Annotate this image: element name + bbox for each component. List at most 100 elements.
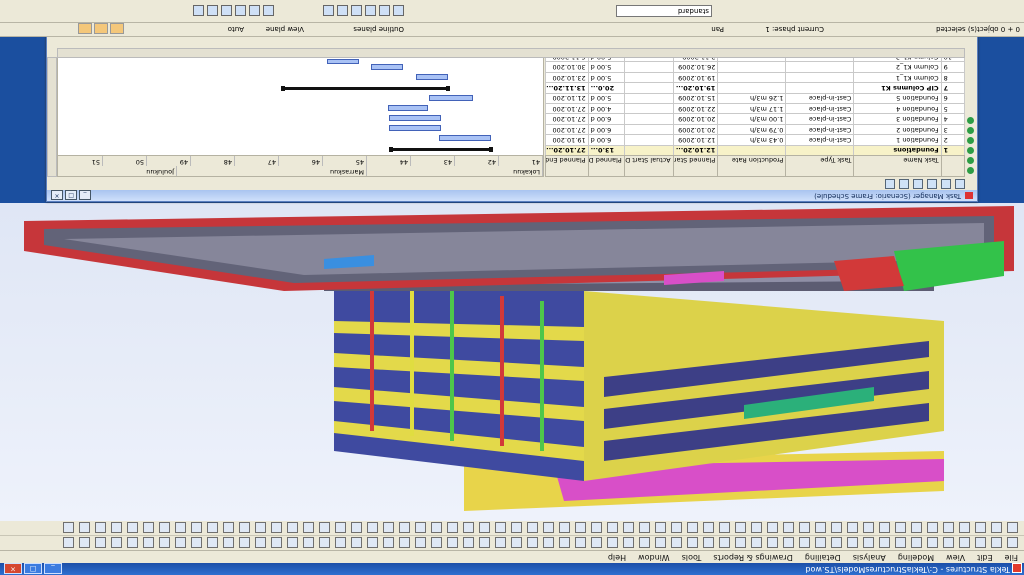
toolbar-icon[interactable] <box>687 522 698 533</box>
tw-minimize-button[interactable]: _ <box>79 190 91 200</box>
rate-cell[interactable]: 1.26 m3/h <box>717 93 786 104</box>
col-header-planned-end[interactable]: Planned End Date <box>545 155 589 177</box>
menu-view[interactable]: View <box>940 551 971 563</box>
toolbar-icon[interactable] <box>393 5 404 16</box>
start-cell[interactable]: 20.10.2009 <box>673 124 718 135</box>
actual-cell[interactable] <box>624 61 674 73</box>
toolbar-icon[interactable] <box>831 537 842 548</box>
task-type-cell[interactable]: Cast-in-place <box>785 113 854 125</box>
toolbar-icon[interactable] <box>431 522 442 533</box>
toolbar-icon[interactable] <box>847 522 858 533</box>
task-type-cell[interactable]: Cast-in-place <box>785 93 854 104</box>
toolbar-icon[interactable] <box>655 537 666 548</box>
side-tool-icon[interactable] <box>967 127 974 134</box>
rate-cell[interactable] <box>717 61 786 73</box>
table-row[interactable]: 2 Foundation 1 Cast-in-place 0.43 m3/h 1… <box>545 134 965 146</box>
duration-cell[interactable]: 6.00 d <box>588 124 625 135</box>
end-cell[interactable]: 19.10.200 <box>545 134 589 146</box>
toolbar-icon[interactable] <box>559 537 570 548</box>
grid-view-icon[interactable] <box>955 179 965 189</box>
outline-planes[interactable]: Outline planes <box>353 22 404 36</box>
rate-cell[interactable]: 1.00 m3/h <box>717 113 786 125</box>
col-header-actual-start[interactable]: Actual Start Date <box>624 155 674 177</box>
toolbar-icon[interactable] <box>337 5 348 16</box>
toolbar-icon[interactable] <box>703 522 714 533</box>
toolbar-icon[interactable] <box>159 537 170 548</box>
toolbar-icon[interactable] <box>127 522 138 533</box>
menu-edit[interactable]: Edit <box>971 551 999 563</box>
actual-cell[interactable] <box>624 103 674 114</box>
toolbar-icon[interactable] <box>975 522 986 533</box>
col-header-duration[interactable]: Planned Duration <box>588 155 625 177</box>
side-tool-icon[interactable] <box>967 137 974 144</box>
toolbar-icon[interactable] <box>719 537 730 548</box>
toolbar-icon[interactable] <box>623 537 634 548</box>
toolbar-icon[interactable] <box>95 522 106 533</box>
toolbar-icon[interactable] <box>815 522 826 533</box>
toolbar-icon[interactable] <box>703 537 714 548</box>
toolbar-icon[interactable] <box>687 537 698 548</box>
start-cell[interactable]: 20.10.2009 <box>673 113 718 125</box>
toolbar-icon[interactable] <box>607 537 618 548</box>
end-cell[interactable]: 13.11.20... <box>545 82 589 94</box>
toolbar-icon[interactable] <box>559 522 570 533</box>
menu-file[interactable]: File <box>999 551 1024 563</box>
toolbar-icon[interactable] <box>911 522 922 533</box>
toolbar-icon[interactable] <box>783 522 794 533</box>
toolbar-icon[interactable] <box>255 522 266 533</box>
table-row[interactable]: 7 CIP Columns K1 19.10.20... 20.0... 13.… <box>545 82 965 94</box>
toolbar-icon[interactable] <box>735 537 746 548</box>
side-tool-icon[interactable] <box>967 167 974 174</box>
toolbar-icon[interactable] <box>111 537 122 548</box>
task-grid-horizontal-scrollbar[interactable] <box>57 48 965 58</box>
rate-cell[interactable]: 0.79 m3/h <box>717 124 786 135</box>
task-name-cell[interactable]: Foundation 5 <box>853 93 942 104</box>
toolbar-icon[interactable] <box>223 522 234 533</box>
toolbar-icon[interactable] <box>543 522 554 533</box>
toolbar-icon[interactable] <box>351 522 362 533</box>
toolbar-icon[interactable] <box>143 537 154 548</box>
actual-cell[interactable] <box>624 134 674 146</box>
toolbar-icon[interactable] <box>623 522 634 533</box>
toolbar-icon[interactable] <box>351 5 362 16</box>
toolbar-icon[interactable] <box>63 522 74 533</box>
toolbar-icon[interactable] <box>767 522 778 533</box>
toolbar-icon[interactable] <box>95 537 106 548</box>
toolbar-icon[interactable] <box>735 522 746 533</box>
toolbar-icon[interactable] <box>751 522 762 533</box>
toolbar-icon[interactable] <box>815 537 826 548</box>
gantt-summary-bar[interactable] <box>391 148 491 151</box>
toolbar-icon[interactable] <box>895 537 906 548</box>
menu-modeling[interactable]: Modeling <box>892 551 940 563</box>
rate-cell[interactable]: 1.17 m3/h <box>717 103 786 114</box>
toolbar-icon[interactable] <box>379 5 390 16</box>
task-name-cell[interactable]: Foundation 1 <box>853 134 942 146</box>
gantt-task-bar[interactable] <box>439 135 491 141</box>
toolbar-icon[interactable] <box>207 5 218 16</box>
toolbar-icon[interactable] <box>175 522 186 533</box>
toolbar-icon[interactable] <box>895 522 906 533</box>
toolbar-icon[interactable] <box>191 522 202 533</box>
task-name-cell[interactable]: CIP Columns K1 <box>853 82 942 94</box>
table-row[interactable]: 8 Column K1_1 19.10.2009 5.00 d 23.10.20… <box>545 72 965 83</box>
toolbar-icon[interactable] <box>287 537 298 548</box>
toolbar-icon[interactable] <box>527 537 538 548</box>
actual-cell[interactable] <box>624 93 674 104</box>
gantt-task-bar[interactable] <box>371 64 403 70</box>
task-name-cell[interactable]: Foundation 2 <box>853 124 942 135</box>
toolbar-icon[interactable] <box>975 537 986 548</box>
toolbar-icon[interactable] <box>655 522 666 533</box>
task-grid-vertical-scrollbar[interactable] <box>47 57 57 177</box>
rate-cell[interactable]: 0.43 m3/h <box>717 134 786 146</box>
toolbar-icon[interactable] <box>303 537 314 548</box>
toolbar-icon[interactable] <box>991 522 1002 533</box>
duration-cell[interactable]: 6.00 d <box>588 113 625 125</box>
end-cell[interactable]: 27.10.200 <box>545 103 589 114</box>
toolbar-icon[interactable] <box>991 537 1002 548</box>
table-row[interactable]: 5 Foundation 4 Cast-in-place 1.17 m3/h 2… <box>545 103 965 114</box>
start-cell[interactable]: 26.10.2009 <box>673 61 718 73</box>
toolbar-icon[interactable] <box>463 522 474 533</box>
toolbar-icon[interactable] <box>367 537 378 548</box>
end-cell[interactable]: 30.10.200 <box>545 61 589 73</box>
toolbar-icon[interactable] <box>495 537 506 548</box>
